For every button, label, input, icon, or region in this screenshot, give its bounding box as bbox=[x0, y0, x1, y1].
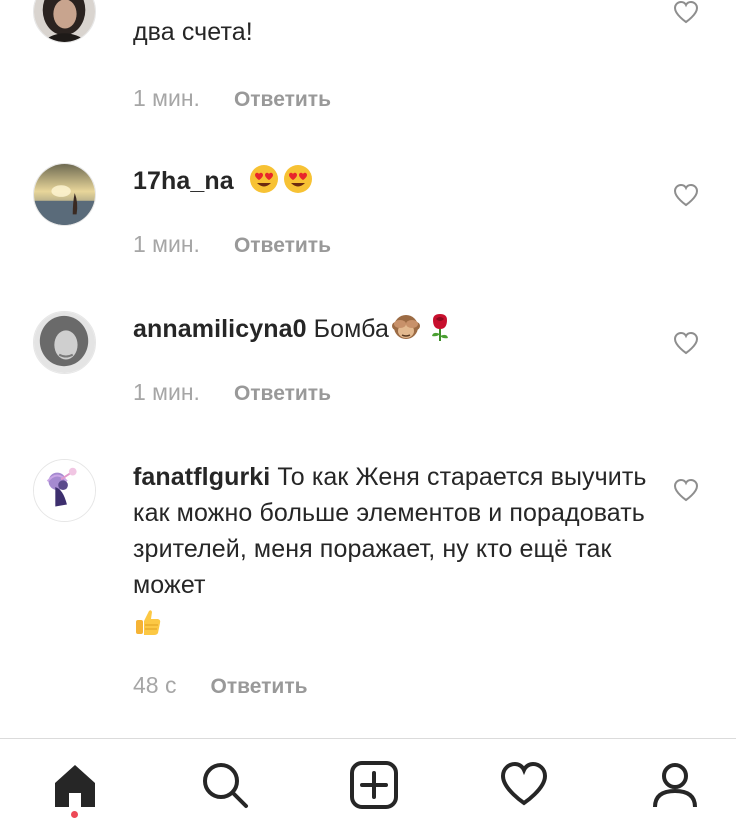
see-no-evil-monkey-emoji bbox=[391, 312, 421, 342]
reply-button[interactable]: Ответить bbox=[210, 675, 307, 698]
search-icon[interactable] bbox=[201, 761, 249, 809]
comment-text: 17ha_na bbox=[133, 163, 653, 199]
comment-text: fanatflgurki То как Женя старается выучи… bbox=[133, 459, 653, 642]
avatar[interactable] bbox=[33, 163, 96, 226]
reply-button[interactable]: Ответить bbox=[234, 234, 331, 257]
comment-body: Бомба bbox=[313, 315, 390, 343]
bottom-tab-bar bbox=[0, 738, 736, 828]
comment-time: 1 мин. bbox=[133, 85, 200, 111]
avatar[interactable] bbox=[33, 0, 96, 43]
comment-body: два счета! bbox=[133, 18, 253, 46]
rose-emoji bbox=[425, 312, 455, 342]
like-heart-icon[interactable] bbox=[673, 0, 699, 24]
comment-meta: 1 мин. Ответить bbox=[133, 84, 331, 114]
comment-username[interactable]: annamilicyna0 bbox=[133, 315, 307, 343]
like-heart-icon[interactable] bbox=[673, 331, 699, 355]
heart-eyes-emoji bbox=[249, 164, 279, 194]
like-heart-icon[interactable] bbox=[673, 183, 699, 207]
comment-username[interactable]: fanatflgurki bbox=[133, 463, 270, 491]
comments-screen: два счета! 1 мин. Ответить 17ha_na 1 мин… bbox=[0, 0, 736, 828]
heart-eyes-emoji bbox=[283, 164, 313, 194]
reply-button[interactable]: Ответить bbox=[234, 88, 331, 111]
comment-meta: 1 мин. Ответить bbox=[133, 378, 331, 408]
activity-heart-icon[interactable] bbox=[500, 761, 548, 809]
new-post-icon[interactable] bbox=[350, 761, 398, 809]
profile-icon[interactable] bbox=[651, 761, 699, 809]
home-icon[interactable] bbox=[51, 761, 99, 809]
comment-time: 1 мин. bbox=[133, 231, 200, 257]
avatar[interactable] bbox=[33, 311, 96, 374]
avatar[interactable] bbox=[33, 459, 96, 522]
comment-text: два счета! bbox=[133, 14, 653, 50]
comment-time: 48 с bbox=[133, 672, 177, 698]
comment-meta: 1 мин. Ответить bbox=[133, 230, 331, 260]
comment-text: annamilicyna0 Бомба bbox=[133, 311, 653, 347]
comment-time: 1 мин. bbox=[133, 379, 200, 405]
like-heart-icon[interactable] bbox=[673, 478, 699, 502]
notification-dot bbox=[71, 811, 78, 818]
thumbs-up-emoji bbox=[133, 607, 163, 637]
reply-button[interactable]: Ответить bbox=[234, 382, 331, 405]
comment-username[interactable]: 17ha_na bbox=[133, 167, 234, 195]
comment-meta: 48 с Ответить bbox=[133, 671, 308, 701]
